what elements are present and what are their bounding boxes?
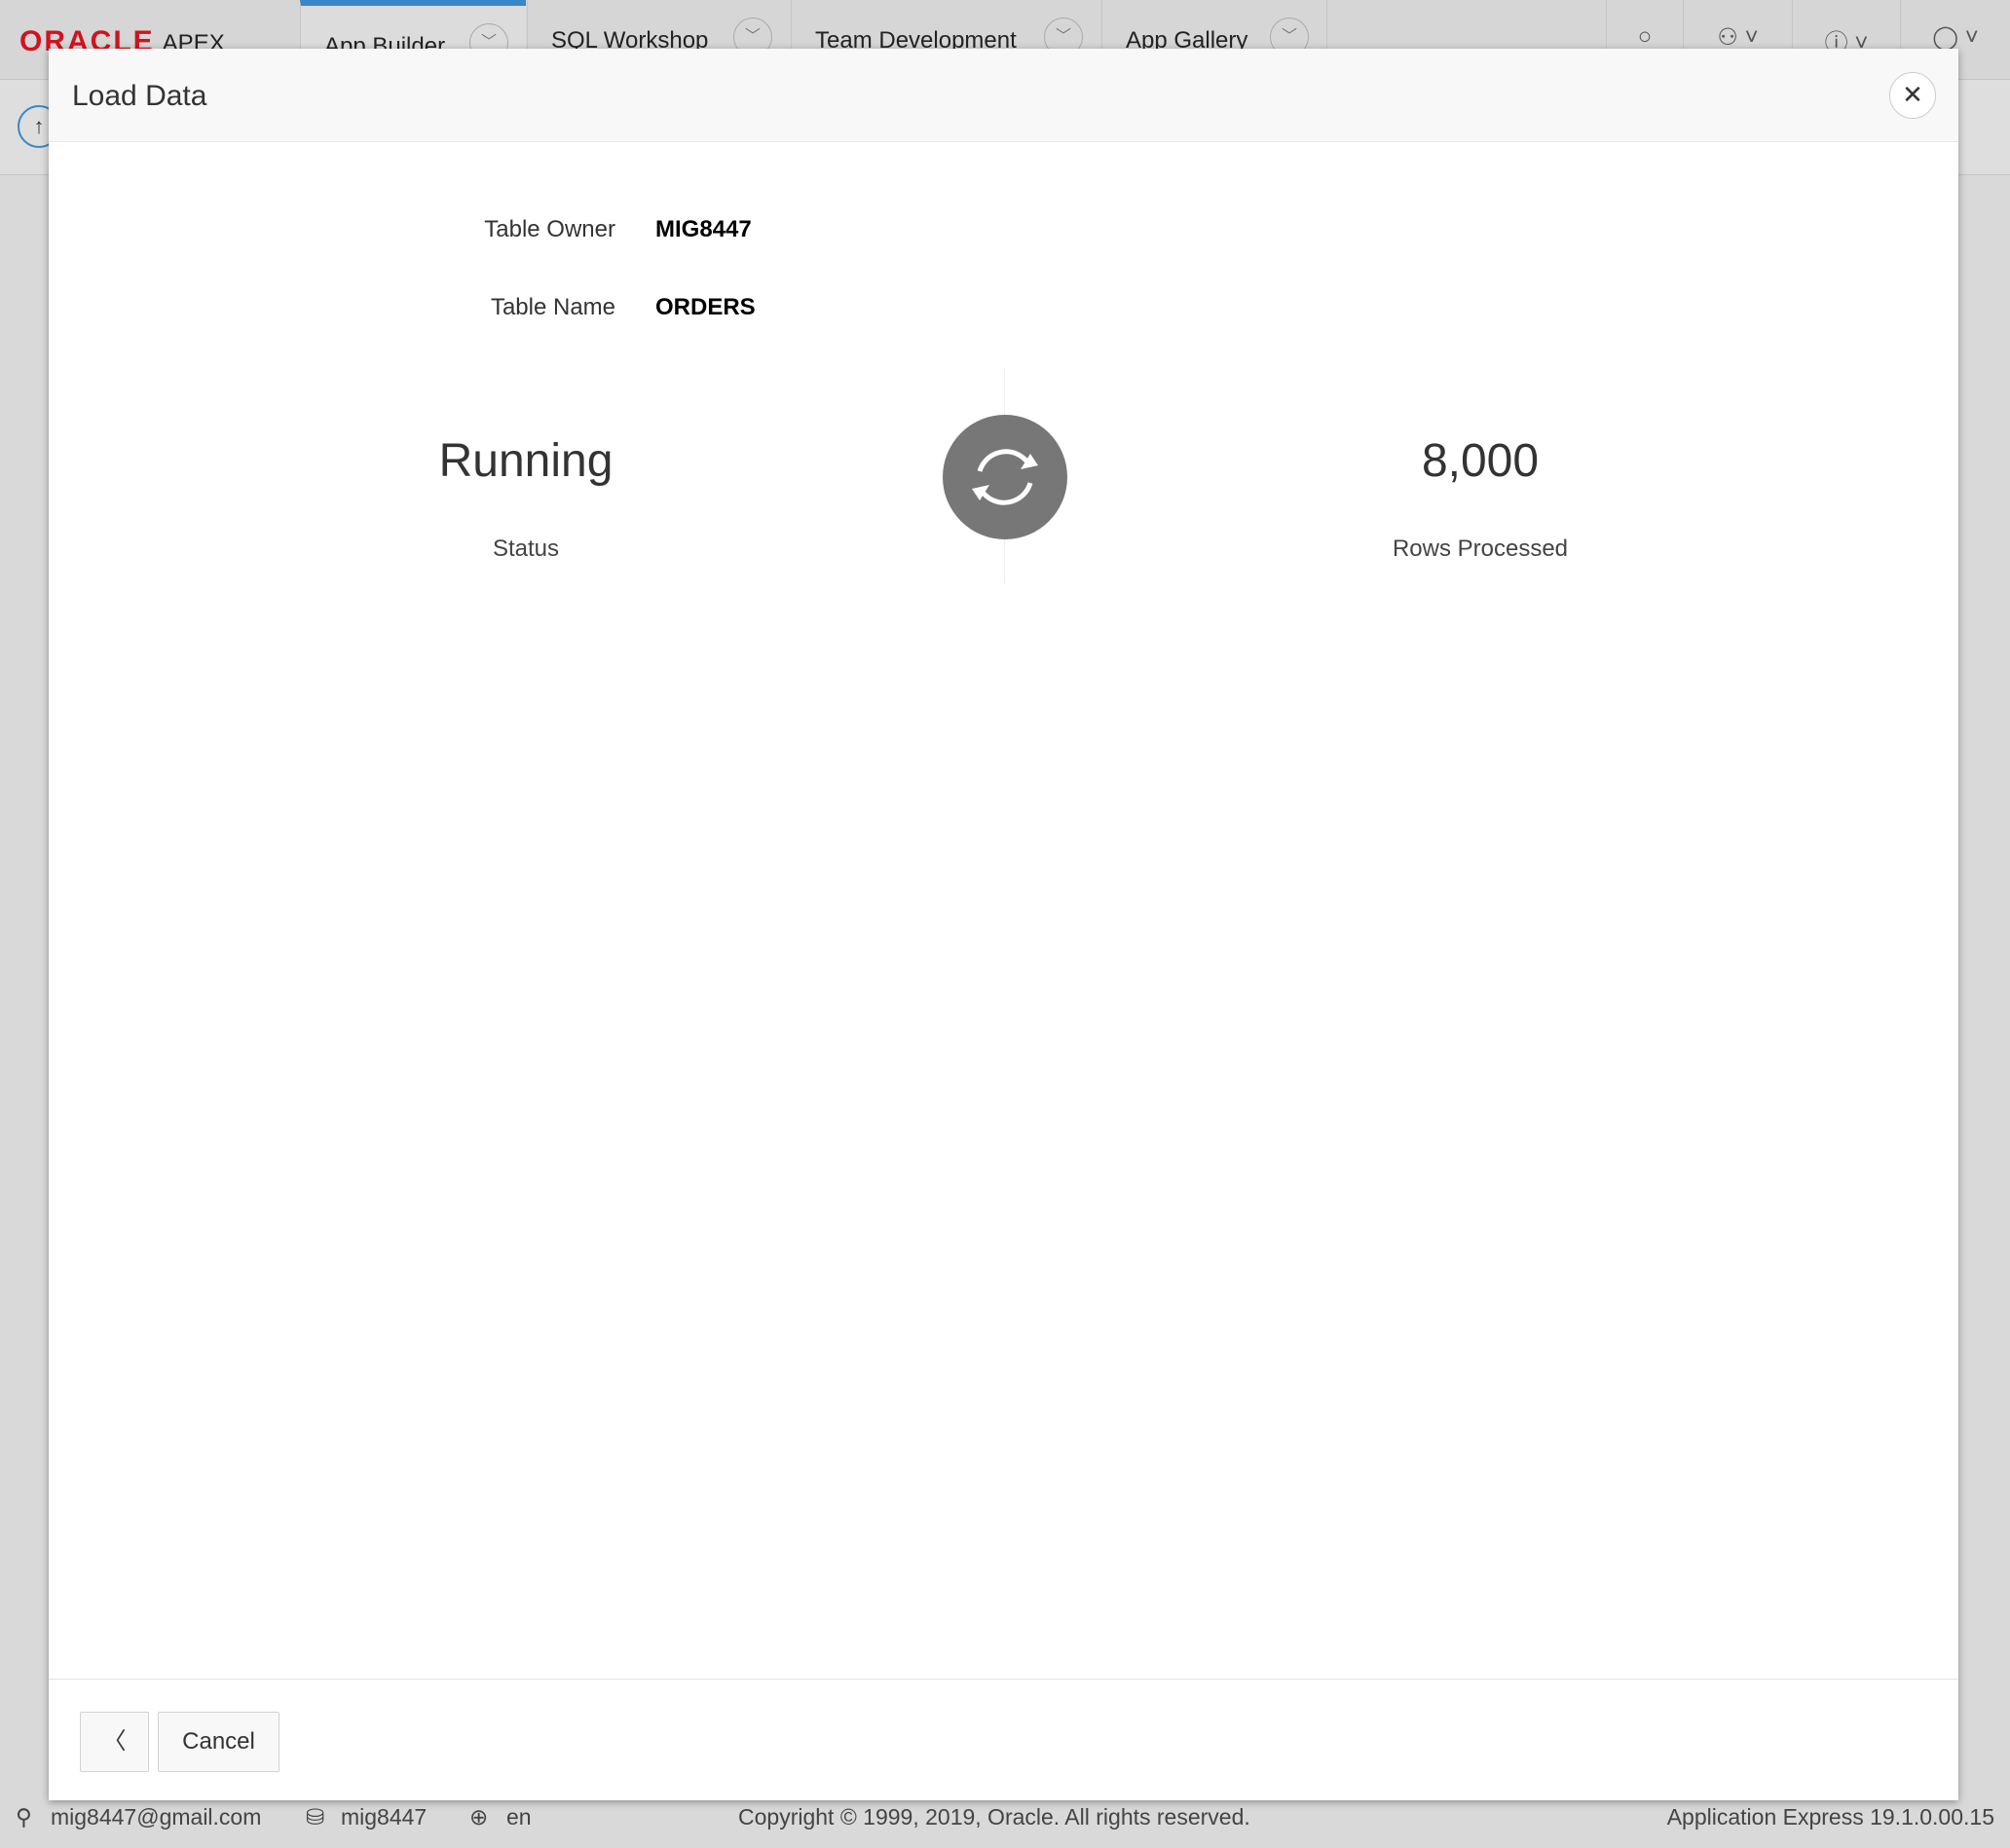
refresh-icon xyxy=(943,415,1067,539)
rows-processed-label: Rows Processed xyxy=(1392,536,1569,562)
database-icon: ⛁ xyxy=(306,1804,325,1830)
back-button[interactable]: 〈 xyxy=(80,1712,149,1772)
footer-copyright: Copyright © 1999, 2019, Oracle. All righ… xyxy=(738,1804,1250,1830)
footer-language[interactable]: en xyxy=(506,1804,532,1830)
user-icon: ⚲ xyxy=(16,1804,32,1830)
globe-icon: ⊕ xyxy=(469,1804,489,1830)
rows-processed-value: 8,000 xyxy=(1421,435,1540,487)
footer-user: mig8447@gmail.com xyxy=(51,1804,262,1830)
dialog-title: Load Data xyxy=(72,80,207,112)
status-label: Status xyxy=(492,536,560,562)
status-value: Running xyxy=(438,435,614,487)
table-owner-label: Table Owner xyxy=(484,216,615,242)
cancel-button[interactable]: Cancel xyxy=(158,1712,279,1772)
dialog-header: Load Data ✕ xyxy=(49,49,1958,142)
table-name-label: Table Name xyxy=(490,294,615,320)
close-button[interactable]: ✕ xyxy=(1889,72,1936,119)
status-footer: ⚲ mig8447@gmail.com ⛁ mig8447 ⊕ en Copyr… xyxy=(0,1800,2010,1848)
load-data-dialog: Load Data ✕ Table Owner MIG8447 Table Na… xyxy=(49,49,1958,1800)
table-name-value: ORDERS xyxy=(655,294,756,320)
chevron-left-icon: 〈 xyxy=(102,1728,127,1755)
close-icon: ✕ xyxy=(1902,80,1923,109)
dialog-footer: 〈 Cancel xyxy=(49,1679,1958,1800)
footer-version: Application Express 19.1.0.00.15 xyxy=(1666,1804,1994,1830)
table-owner-value: MIG8447 xyxy=(655,216,752,242)
footer-schema: mig8447 xyxy=(341,1804,428,1830)
